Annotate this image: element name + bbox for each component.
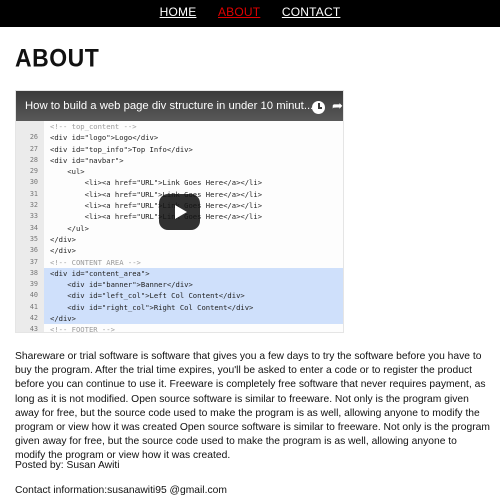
code-text: <!-- top_content --> — [50, 122, 137, 131]
code-text: <!-- FOOTER --> — [50, 325, 115, 333]
line-number: 34 — [16, 222, 44, 234]
line-number: 36 — [16, 245, 44, 257]
code-line: 40 <div id="left_col">Left Col Content</… — [16, 290, 343, 302]
line-number: 41 — [16, 301, 44, 314]
video-embed[interactable]: <!-- top_content --> 26 <div id="logo">Log… — [15, 90, 344, 333]
code-line: 27 <div id="top_info">Top Info</div> — [16, 143, 343, 155]
code-line: 37 <!-- CONTENT AREA --> — [16, 256, 343, 268]
line-number: 27 — [16, 143, 44, 155]
code-text: <!-- CONTENT AREA --> — [50, 257, 141, 267]
line-number: 37 — [16, 256, 44, 268]
nav-about-link[interactable]: ABOUT — [218, 5, 260, 19]
share-icon[interactable]: ➦ — [332, 99, 343, 112]
code-line: <!-- top_content --> — [16, 121, 343, 133]
code-text: <div id="banner">Banner</div> — [50, 280, 193, 290]
code-line: 36 </div> — [16, 245, 343, 257]
nav-links: HOME ABOUT CONTACT — [0, 5, 500, 19]
code-line: 39 <div id="banner">Banner</div> — [16, 279, 343, 291]
code-text: <div id="right_col">Right Col Content</d… — [50, 302, 254, 312]
line-number: 35 — [16, 233, 44, 246]
code-line: 28 <div id="navbar"> — [16, 154, 343, 167]
code-text: <div id="navbar"> — [50, 155, 124, 165]
video-title-bar: How to build a web page div structure in… — [16, 91, 343, 121]
contact-information: Contact information:susanawiti95 @gmail.… — [15, 485, 227, 496]
line-number: 28 — [16, 154, 44, 167]
code-line: 30 <li><a href="URL">Link Goes Here</a><… — [16, 177, 343, 189]
code-text: <li><a href="URL">Link Goes Here</a></li… — [50, 201, 263, 211]
code-text: <div id="logo">Logo</div> — [50, 133, 159, 143]
code-text: </div> — [50, 246, 76, 256]
page-title: ABOUT — [15, 44, 100, 73]
line-number: 26 — [16, 132, 44, 144]
code-text: <div id="content_area"> — [50, 268, 150, 278]
top-navbar: HOME ABOUT CONTACT — [0, 0, 500, 27]
line-number: 30 — [16, 177, 44, 189]
line-number: 31 — [16, 188, 44, 201]
code-text: </div> — [50, 234, 76, 244]
code-text: <li><a href="URL">Link Goes Here</a></li… — [50, 178, 263, 188]
code-line: 26 <div id="logo">Logo</div> — [16, 132, 343, 144]
code-text: <div id="left_col">Left Col Content</div… — [50, 291, 245, 301]
nav-contact-link[interactable]: CONTACT — [282, 5, 341, 19]
code-text: </ul> — [50, 223, 89, 233]
video-title[interactable]: How to build a web page div structure in… — [25, 100, 313, 112]
code-text: <li><a href="URL">Link Goes Here</a></li… — [50, 212, 263, 222]
line-number: 38 — [16, 267, 44, 280]
line-number: 42 — [16, 313, 44, 325]
clock-icon[interactable] — [312, 101, 325, 114]
line-number: 39 — [16, 279, 44, 291]
line-number: 43 — [16, 324, 44, 332]
about-paragraph: Shareware or trial software is software … — [15, 351, 490, 462]
code-text: <div id="top_info">Top Info</div> — [50, 144, 193, 154]
play-button[interactable] — [159, 194, 200, 230]
code-line: 41 <div id="right_col">Right Col Content… — [16, 301, 343, 314]
code-line: 42▲</div> — [16, 313, 343, 325]
code-text: <li><a href="URL">Link Goes Here</a></li… — [50, 189, 263, 199]
line-number: 29 — [16, 166, 44, 178]
code-line: 43 <!-- FOOTER --> — [16, 324, 343, 333]
code-line: 35 </div> — [16, 233, 343, 246]
line-number: 32 — [16, 200, 44, 212]
line-number — [16, 121, 44, 133]
posted-by: Posted by: Susan Awiti — [15, 460, 120, 471]
line-number: 33 — [16, 211, 44, 223]
code-text: </div> — [50, 314, 76, 324]
code-text: <ul> — [50, 167, 85, 177]
line-number: 40 — [16, 290, 44, 302]
nav-home-link[interactable]: HOME — [160, 5, 197, 19]
code-line: 38▼<div id="content_area"> — [16, 267, 343, 280]
code-line: 29 <ul> — [16, 166, 343, 178]
